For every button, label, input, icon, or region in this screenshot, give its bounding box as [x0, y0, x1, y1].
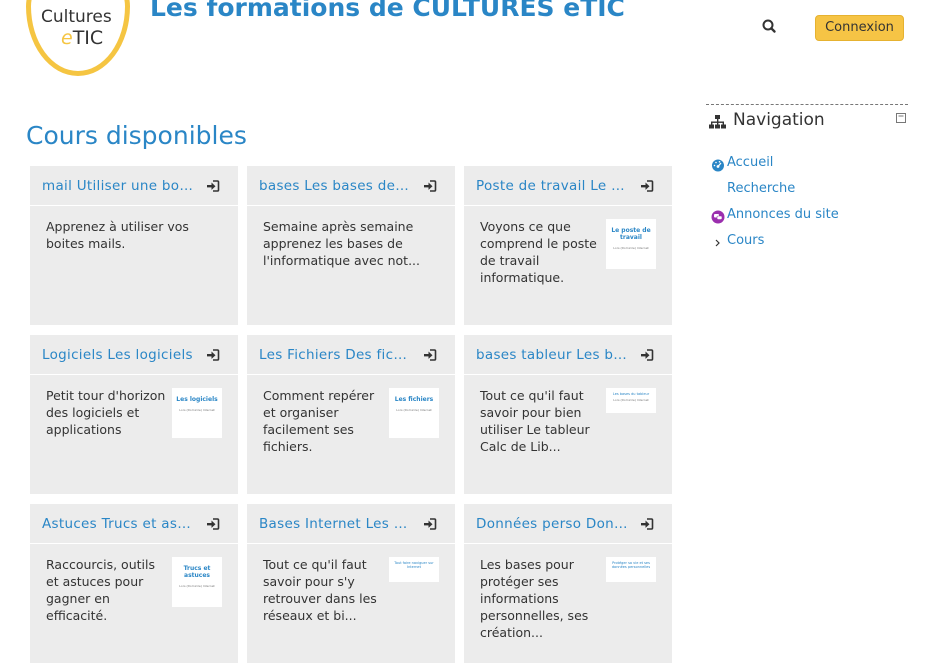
course-summary: Les bases pour protéger ses informations… — [480, 557, 589, 640]
course-card-header: Poste de travail Le poste de travail — [464, 166, 672, 206]
sign-in-icon[interactable] — [423, 517, 437, 531]
course-card-header: Astuces Trucs et astuces — [30, 504, 238, 544]
course-title-link[interactable]: mail Utiliser une boite mail — [42, 178, 194, 194]
course-card-body: Tout ce qu'il faut savoir pour bien util… — [464, 375, 672, 455]
collapse-icon[interactable] — [896, 113, 906, 123]
chevron-right-icon[interactable] — [711, 236, 725, 250]
course-summary: Tout ce qu'il faut savoir pour bien util… — [480, 388, 590, 454]
course-card-header: bases tableur Les bases du tableur — [464, 335, 672, 375]
course-card[interactable]: Les Fichiers Des fichiers Comment repérer… — [247, 335, 455, 494]
nav-item-label[interactable]: Accueil — [727, 155, 773, 170]
sitemap-icon — [709, 115, 726, 129]
site-logo[interactable]: Cultures eTIC — [26, 0, 130, 76]
course-summary: Apprenez à utiliser vos boites mails. — [46, 219, 189, 251]
course-title-link[interactable]: Bases Internet Les bases d'Internet — [259, 516, 411, 532]
course-thumbnail[interactable]: Tout faire naviguer sur Internet — [389, 557, 439, 582]
course-title-link[interactable]: bases tableur Les bases du tableur — [476, 347, 628, 363]
navigation-title: Navigation — [733, 110, 825, 130]
sign-in-icon[interactable] — [206, 517, 220, 531]
thumbnail-subtitle: Lors (Domicile) Internet — [613, 398, 649, 402]
course-summary: Comment repérer et organiser facilement … — [263, 388, 375, 454]
course-title-link[interactable]: Poste de travail Le poste de travail — [476, 178, 628, 194]
nav-item-label[interactable]: Recherche — [727, 181, 795, 196]
course-card-body: Comment repérer et organiser facilement … — [247, 375, 455, 455]
sign-in-icon[interactable] — [640, 348, 654, 362]
nav-item-recherche[interactable]: Recherche — [706, 179, 908, 205]
search-icon — [762, 19, 776, 33]
course-summary: Raccourcis, outils et astuces pour gagne… — [46, 557, 155, 623]
course-title-link[interactable]: Données perso Données personnelles — [476, 516, 628, 532]
logo-text-line1: Cultures — [41, 7, 112, 27]
thumbnail-title: Tout faire naviguer sur Internet — [394, 561, 434, 569]
login-button[interactable]: Connexion — [815, 15, 904, 41]
course-card[interactable]: Bases Internet Les bases d'Internet Tout … — [247, 504, 455, 663]
course-thumbnail[interactable]: Protéger sa vie et ses données personnel… — [606, 557, 656, 582]
course-card-body: Les bases pour protéger ses informations… — [464, 544, 672, 641]
thumbnail-subtitle: Lors (Domicile) Internet — [179, 584, 215, 588]
course-thumbnail[interactable]: Le poste de travail Lors (Domicile) Inter… — [606, 219, 656, 269]
course-card[interactable]: Données perso Données personnelles Les ba… — [464, 504, 672, 663]
course-card-header: mail Utiliser une boite mail — [30, 166, 238, 206]
sign-in-icon[interactable] — [640, 517, 654, 531]
course-thumbnail[interactable]: Les fichiers Lors (Domicile) Internet — [389, 388, 439, 438]
course-card-header: Logiciels Les logiciels — [30, 335, 238, 375]
course-summary: Voyons ce que comprend le poste de trava… — [480, 219, 597, 285]
course-card[interactable]: bases Les bases de l'informatique Semaine… — [247, 166, 455, 325]
sign-in-icon[interactable] — [423, 348, 437, 362]
thumbnail-title: Trucs et astuces — [183, 565, 211, 579]
logo-text-line2: eTIC — [61, 27, 104, 49]
course-title-link[interactable]: Les Fichiers Des fichiers — [259, 347, 411, 363]
thumbnail-title: Les fichiers — [394, 396, 434, 403]
course-card[interactable]: mail Utiliser une boite mail Apprenez à u… — [30, 166, 238, 325]
course-grid: mail Utiliser une boite mail Apprenez à u… — [30, 166, 672, 663]
forum-icon — [711, 210, 725, 224]
search-button[interactable] — [759, 16, 781, 38]
sign-in-icon[interactable] — [423, 179, 437, 193]
page-title: Cours disponibles — [26, 121, 247, 150]
course-card[interactable]: Astuces Trucs et astuces Raccourcis, outi… — [30, 504, 238, 663]
course-card-body: Tout ce qu'il faut savoir pour s'y retro… — [247, 544, 455, 624]
thumbnail-title: Protéger sa vie et ses données personnel… — [611, 561, 651, 569]
course-card-body: Voyons ce que comprend le poste de trava… — [464, 206, 672, 286]
course-thumbnail[interactable]: Les bases du tableur Lors (Domicile) Inte… — [606, 388, 656, 413]
course-card-body: Raccourcis, outils et astuces pour gagne… — [30, 544, 238, 624]
course-thumbnail[interactable]: Trucs et astuces Lors (Domicile) Internet — [172, 557, 222, 607]
thumbnail-title: Le poste de travail — [611, 227, 651, 241]
course-card-header: Les Fichiers Des fichiers — [247, 335, 455, 375]
nav-item-cours[interactable]: Cours — [706, 231, 908, 257]
navigation-list: Accueil Recherche Annonces du site Cours — [706, 153, 908, 257]
course-summary: Petit tour d'horizon des logiciels et ap… — [46, 388, 166, 437]
thumbnail-subtitle: Lors (Domicile) Internet — [613, 246, 649, 250]
course-summary: Tout ce qu'il faut savoir pour s'y retro… — [263, 557, 377, 623]
course-card-header: Données perso Données personnelles — [464, 504, 672, 544]
course-summary: Semaine après semaine apprenez les bases… — [263, 219, 420, 268]
navigation-header: Navigation — [706, 105, 908, 139]
course-card[interactable]: bases tableur Les bases du tableur Tout c… — [464, 335, 672, 494]
course-card-header: bases Les bases de l'informatique — [247, 166, 455, 206]
thumbnail-subtitle: Lors (Domicile) Internet — [179, 408, 215, 412]
thumbnail-subtitle: Lors (Domicile) Internet — [396, 408, 432, 412]
course-card[interactable]: Logiciels Les logiciels Petit tour d'hori… — [30, 335, 238, 494]
dashboard-icon — [712, 159, 724, 172]
navigation-block: Navigation Accueil Recherche Annonces du… — [706, 104, 908, 257]
course-title-link[interactable]: Astuces Trucs et astuces — [42, 516, 194, 532]
course-card-body: Petit tour d'horizon des logiciels et ap… — [30, 375, 238, 438]
sign-in-icon[interactable] — [206, 348, 220, 362]
nav-item-label[interactable]: Annonces du site — [727, 207, 839, 222]
course-card-body: Semaine après semaine apprenez les bases… — [247, 206, 455, 269]
course-card-header: Bases Internet Les bases d'Internet — [247, 504, 455, 544]
course-thumbnail[interactable]: Les logiciels Lors (Domicile) Internet — [172, 388, 222, 438]
nav-item-annonces[interactable]: Annonces du site — [706, 205, 908, 231]
course-title-link[interactable]: Logiciels Les logiciels — [42, 347, 193, 363]
course-title-link[interactable]: bases Les bases de l'informatique — [259, 178, 411, 194]
sign-in-icon[interactable] — [206, 179, 220, 193]
course-card[interactable]: Poste de travail Le poste de travail Voyo… — [464, 166, 672, 325]
sign-in-icon[interactable] — [640, 179, 654, 193]
site-title[interactable]: Les formations de CULTURES eTIC — [150, 0, 625, 22]
nav-item-label[interactable]: Cours — [727, 233, 764, 248]
thumbnail-title: Les logiciels — [176, 396, 218, 403]
nav-item-accueil[interactable]: Accueil — [706, 153, 908, 179]
course-card-body: Apprenez à utiliser vos boites mails. — [30, 206, 238, 252]
thumbnail-title: Les bases du tableur — [612, 392, 650, 396]
